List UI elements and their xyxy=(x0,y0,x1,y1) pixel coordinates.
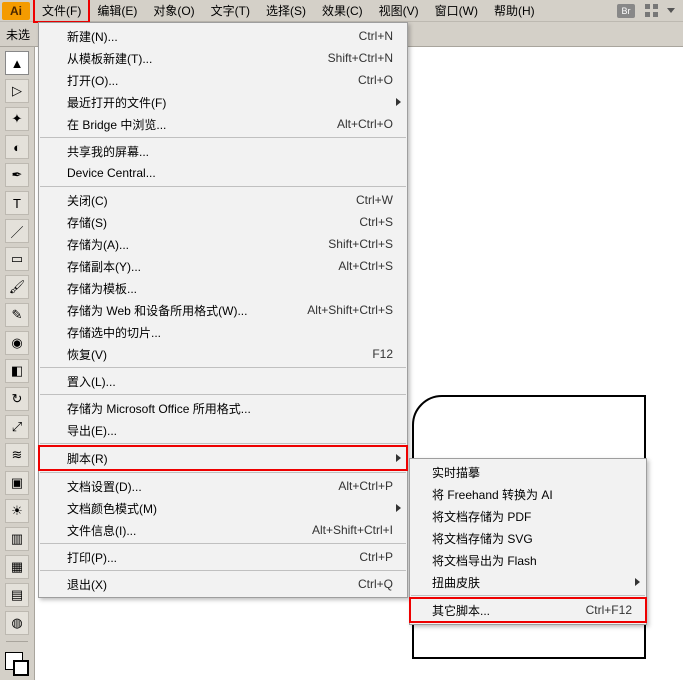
menu-save[interactable]: 存储(S)Ctrl+S xyxy=(39,211,407,233)
app-logo: Ai xyxy=(2,2,30,20)
menu-window[interactable]: 窗口(W) xyxy=(427,0,486,22)
bridge-icon[interactable]: Br xyxy=(617,4,635,18)
submenu-warp[interactable]: 扭曲皮肤 xyxy=(410,571,646,593)
menu-separator xyxy=(40,570,406,571)
fill-stroke-swatches[interactable] xyxy=(5,652,29,676)
tool-gradient[interactable]: ▤ xyxy=(5,583,29,607)
submenu-live-trace[interactable]: 实时描摹 xyxy=(410,461,646,483)
menu-separator xyxy=(40,367,406,368)
menu-export[interactable]: 导出(E)... xyxy=(39,419,407,441)
menu-edit[interactable]: 编辑(E) xyxy=(89,0,145,22)
menu-separator xyxy=(40,137,406,138)
selection-status: 未选 xyxy=(6,26,30,43)
tool-brush[interactable]: 🖌 xyxy=(5,275,29,299)
tool-scale[interactable]: ⤢ xyxy=(5,415,29,439)
tool-eraser[interactable]: ◧ xyxy=(5,359,29,383)
submenu-arrow-icon xyxy=(396,504,401,512)
menu-file-info[interactable]: 文件信息(I)...Alt+Shift+Ctrl+I xyxy=(39,519,407,541)
menu-separator xyxy=(40,472,406,473)
menu-doc-color-mode[interactable]: 文档颜色模式(M) xyxy=(39,497,407,519)
menu-share-screen[interactable]: 共享我的屏幕... xyxy=(39,140,407,162)
menu-new-from-template[interactable]: 从模板新建(T)...Shift+Ctrl+N xyxy=(39,47,407,69)
menu-separator xyxy=(411,595,645,596)
tool-symbol-sprayer[interactable]: ☀ xyxy=(5,499,29,523)
menu-separator xyxy=(40,186,406,187)
scripts-submenu: 实时描摹 将 Freehand 转换为 AI 将文档存储为 PDF 将文档存储为… xyxy=(409,458,647,625)
menu-open[interactable]: 打开(O)...Ctrl+O xyxy=(39,69,407,91)
menu-save-for-web[interactable]: 存储为 Web 和设备所用格式(W)...Alt+Shift+Ctrl+S xyxy=(39,299,407,321)
menu-select[interactable]: 选择(S) xyxy=(258,0,314,22)
menu-effect[interactable]: 效果(C) xyxy=(314,0,371,22)
submenu-other-scripts[interactable]: 其它脚本...Ctrl+F12 xyxy=(410,598,646,622)
menu-close[interactable]: 关闭(C)Ctrl+W xyxy=(39,189,407,211)
tool-mesh[interactable]: ▦ xyxy=(5,555,29,579)
menu-open-recent[interactable]: 最近打开的文件(F) xyxy=(39,91,407,113)
menu-save-as[interactable]: 存储为(A)...Shift+Ctrl+S xyxy=(39,233,407,255)
submenu-export-flash[interactable]: 将文档导出为 Flash xyxy=(410,549,646,571)
submenu-freehand-to-ai[interactable]: 将 Freehand 转换为 AI xyxy=(410,483,646,505)
menu-help[interactable]: 帮助(H) xyxy=(486,0,543,22)
toolbox: ▲ ▷ ✦ ◐ ✒ T ／ ▭ 🖌 ✎ ◉ ◧ ↻ ⤢ ≋ ▣ ☀ ▥ ▦ ▤ … xyxy=(0,47,35,680)
arrange-grid-icon[interactable] xyxy=(645,4,659,18)
submenu-arrow-icon xyxy=(396,98,401,106)
submenu-arrow-icon xyxy=(635,578,640,586)
menu-file[interactable]: 文件(F) xyxy=(34,0,89,22)
menu-new[interactable]: 新建(N)...Ctrl+N xyxy=(39,25,407,47)
menu-save-ms-office[interactable]: 存储为 Microsoft Office 所用格式... xyxy=(39,397,407,419)
tool-pen[interactable]: ✒ xyxy=(5,163,29,187)
workspace-dropdown-icon[interactable] xyxy=(667,8,675,13)
tool-magic-wand[interactable]: ✦ xyxy=(5,107,29,131)
tool-type[interactable]: T xyxy=(5,191,29,215)
menu-view[interactable]: 视图(V) xyxy=(371,0,427,22)
tool-line[interactable]: ／ xyxy=(5,219,29,243)
stroke-swatch[interactable] xyxy=(13,660,29,676)
menu-exit[interactable]: 退出(X)Ctrl+Q xyxy=(39,573,407,595)
menu-type[interactable]: 文字(T) xyxy=(203,0,258,22)
menu-device-central[interactable]: Device Central... xyxy=(39,162,407,184)
tool-rotate[interactable]: ↻ xyxy=(5,387,29,411)
tool-warp[interactable]: ≋ xyxy=(5,443,29,467)
tool-selection[interactable]: ▲ xyxy=(5,51,29,75)
menu-separator xyxy=(40,394,406,395)
menu-doc-setup[interactable]: 文档设置(D)...Alt+Ctrl+P xyxy=(39,475,407,497)
menu-place[interactable]: 置入(L)... xyxy=(39,370,407,392)
menu-save-template[interactable]: 存储为模板... xyxy=(39,277,407,299)
tool-direct-selection[interactable]: ▷ xyxy=(5,79,29,103)
submenu-arrow-icon xyxy=(396,454,401,462)
menu-object[interactable]: 对象(O) xyxy=(145,0,202,22)
menu-scripts[interactable]: 脚本(R) xyxy=(39,446,407,470)
tool-graph[interactable]: ▥ xyxy=(5,527,29,551)
menu-separator xyxy=(40,443,406,444)
menu-save-copy[interactable]: 存储副本(Y)...Alt+Ctrl+S xyxy=(39,255,407,277)
file-dropdown-menu: 新建(N)...Ctrl+N 从模板新建(T)...Shift+Ctrl+N 打… xyxy=(38,22,408,598)
tool-rectangle[interactable]: ▭ xyxy=(5,247,29,271)
tool-free-transform[interactable]: ▣ xyxy=(5,471,29,495)
tool-blob-brush[interactable]: ◉ xyxy=(5,331,29,355)
tool-eyedropper[interactable]: ◍ xyxy=(5,611,29,635)
menu-print[interactable]: 打印(P)...Ctrl+P xyxy=(39,546,407,568)
menu-separator xyxy=(40,543,406,544)
submenu-save-as-pdf[interactable]: 将文档存储为 PDF xyxy=(410,505,646,527)
menu-browse-in-bridge[interactable]: 在 Bridge 中浏览...Alt+Ctrl+O xyxy=(39,113,407,135)
menubar: Ai 文件(F) 编辑(E) 对象(O) 文字(T) 选择(S) 效果(C) 视… xyxy=(0,0,683,22)
submenu-save-as-svg[interactable]: 将文档存储为 SVG xyxy=(410,527,646,549)
menu-save-selected-slices[interactable]: 存储选中的切片... xyxy=(39,321,407,343)
tool-pencil[interactable]: ✎ xyxy=(5,303,29,327)
tool-separator xyxy=(6,641,28,642)
menu-revert[interactable]: 恢复(V)F12 xyxy=(39,343,407,365)
tool-lasso[interactable]: ◐ xyxy=(5,135,29,159)
